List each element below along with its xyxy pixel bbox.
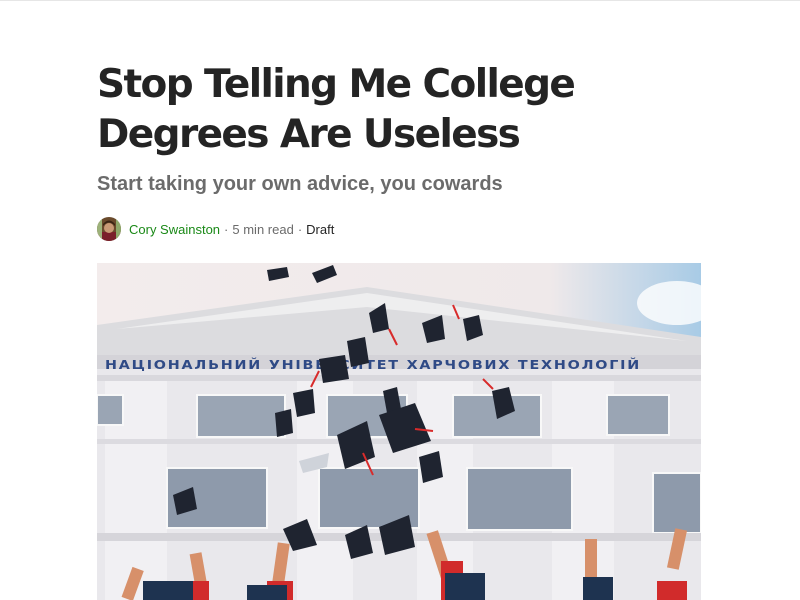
article-subtitle: Start taking your own advice, you coward… [97,173,503,195]
author-avatar[interactable] [97,217,121,241]
draft-status: Draft [306,221,335,237]
meta-separator: · [297,221,303,237]
meta-separator: · [224,221,229,237]
byline: Cory Swainston · 5 min read · Draft [97,216,701,242]
hero-image: НАЦІОНАЛЬНИЙ УНІВЕРСИТЕТ ХАРЧОВИХ ТЕХНОЛ… [97,263,701,600]
building-sign: НАЦІОНАЛЬНИЙ УНІВЕРСИТЕТ ХАРЧОВИХ ТЕХНОЛ… [105,357,641,372]
top-divider [0,0,800,1]
author-link[interactable]: Cory Swainston [129,222,220,237]
read-time: 5 min read [232,221,294,237]
article-title: Stop Telling Me College Degrees Are Usel… [97,62,576,157]
article-header: Stop Telling Me College Degrees Are Usel… [97,60,701,242]
